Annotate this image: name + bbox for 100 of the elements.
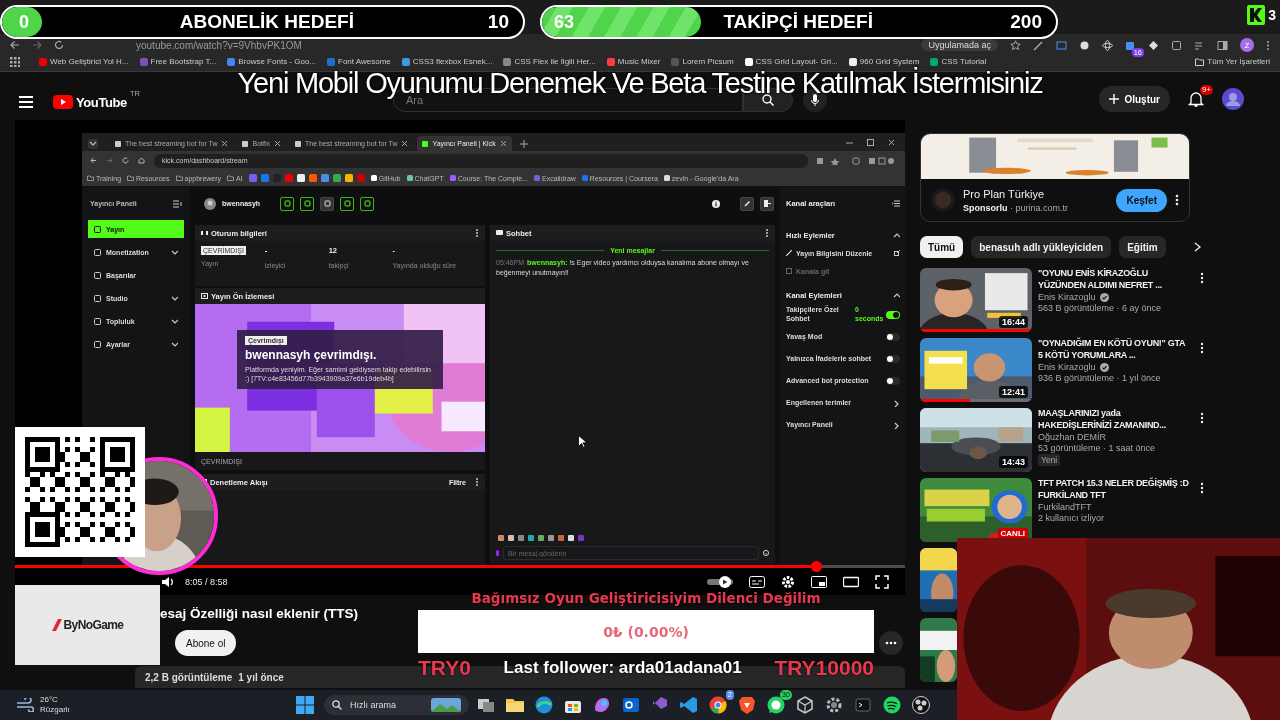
filter-chip[interactable]: Tümü [920,236,964,258]
menu-dots-icon[interactable] [1266,39,1270,51]
bookmark-link[interactable]: CSS Grid Layout- Gri... [744,57,838,66]
more-icon[interactable] [1175,194,1179,206]
reload-icon[interactable] [122,157,129,164]
create-button[interactable]: Oluştur [1099,86,1170,112]
goal-current: 0 [18,11,30,33]
more-icon[interactable] [765,228,769,238]
extensions-icon[interactable] [1171,39,1182,51]
chevron-up-icon[interactable] [892,291,900,299]
back-icon[interactable] [10,40,20,50]
toolbar-button[interactable] [280,196,295,211]
bookmark-link[interactable]: Font Awesome [327,57,391,66]
bookmark-link[interactable]: CSS Tutorial [930,57,987,66]
avatar-icon[interactable] [1222,88,1244,110]
more-icon[interactable] [1200,342,1204,354]
autoplay-toggle-icon[interactable] [707,575,733,588]
pen-icon[interactable] [1033,39,1044,51]
mail-icon[interactable] [621,695,641,715]
video-title[interactable]: MAAŞLARINIZI yada HAKEDİŞLERİNİZİ ZAMANIND... [1038,408,1190,431]
more-icon[interactable] [1200,272,1204,284]
bookmark-link[interactable]: 960 Grid System [848,57,920,66]
volume-icon[interactable] [161,575,175,588]
puzzle-icon[interactable] [1125,39,1136,51]
toggle-switch[interactable] [886,311,900,319]
emoji-icon[interactable] [763,550,769,556]
more-icon[interactable] [1200,412,1204,424]
subscribe-button[interactable]: Abone ol [175,630,237,656]
video-title[interactable]: "OYUNU ENİS KİRAZOĞLU YÜZÜNDEN ALDIMI NEFRET ... [1038,268,1190,291]
video-title[interactable]: TFT PATCH 15.3 NELER DEĞİŞMİŞ :D FURKİLAND TFT [1038,478,1190,501]
fullscreen-icon[interactable] [875,574,889,589]
bookmark-link[interactable]: CSS3 flexbox Esnek... [401,57,493,66]
media-icon[interactable] [1194,39,1205,51]
code-editor-icon[interactable] [679,695,699,715]
explore-button[interactable]: Keşfet [1116,188,1167,212]
bookmark-link[interactable]: Music Mixer [606,57,661,66]
bookmark-link[interactable]: Web Geliştirici Yol H... [39,57,129,66]
new-tab-icon[interactable] [519,140,528,148]
video-duration: 16:44 [998,316,1028,328]
search-icon [762,94,774,106]
miniplayer-icon[interactable] [811,575,827,588]
reload-icon[interactable] [54,40,64,50]
bell-icon[interactable] [1188,91,1204,107]
terminal-icon[interactable] [853,695,873,715]
chevron-up-icon[interactable] [892,231,900,239]
more-icon[interactable] [475,477,479,487]
edit-button[interactable] [740,196,754,211]
restore-icon[interactable] [867,138,874,146]
bookmark-folder[interactable]: Tüm Yer İşaretleri [1195,57,1270,66]
swirl-icon[interactable] [592,695,612,715]
globe-icon[interactable] [534,695,554,715]
more-icon[interactable] [475,228,479,238]
cube-icon[interactable] [795,695,815,715]
settings-icon[interactable] [781,574,795,589]
star-icon[interactable] [1010,39,1021,51]
logo-icon [1247,5,1266,25]
open-in-app-button[interactable]: Uygulamada aç [921,39,998,51]
close-icon[interactable] [888,138,895,146]
toggle-switch[interactable] [886,355,900,363]
toolbar-button[interactable] [360,196,375,211]
bookmark-link[interactable]: Browse Fonts - Goo... [227,57,317,66]
circle-icon[interactable] [1079,39,1090,51]
exit-button[interactable] [760,196,774,211]
video-title[interactable]: "OYNADIĞIM EN KÖTÜ OYUN!" GTA 5 KÖTÜ YORUMLARA ... [1038,338,1190,361]
filter-chip[interactable]: Eğitim [1119,236,1166,258]
forward-icon[interactable] [32,40,42,50]
tab-list-icon[interactable] [88,139,98,149]
toolbar-button[interactable] [320,196,335,211]
bookmark-link[interactable]: CSS Flex ile İlgili Her... [503,57,596,66]
search-field[interactable]: Hızlı arama [324,695,469,715]
toolbar-button[interactable] [300,196,315,211]
toggle-switch[interactable] [886,377,900,385]
apps-grid-icon[interactable] [10,57,20,67]
wind-icon [16,698,34,712]
split-view-icon[interactable] [1217,39,1228,51]
collapse-icon[interactable] [892,200,900,207]
toolbar-button[interactable] [340,196,355,211]
more-button[interactable] [879,631,903,655]
more-icon[interactable] [1200,482,1204,494]
back-icon[interactable] [90,157,97,164]
theater-mode-icon[interactable] [843,575,859,588]
sound-waves-icon[interactable] [882,695,902,715]
window-icon[interactable] [1056,39,1067,51]
atom-icon[interactable] [1102,39,1113,51]
toggle-switch[interactable] [886,333,900,341]
info-icon[interactable] [712,199,720,208]
subtitles-icon[interactable] [749,575,765,588]
bookmark-link[interactable]: Free Bootstrap T... [139,57,217,66]
browser-icon[interactable] [708,695,728,715]
chat-bubble-icon[interactable] [766,695,786,715]
windows-logo-icon[interactable] [296,696,314,714]
bookmark-link[interactable]: Lorem Picsum [671,57,734,66]
gear-icon[interactable] [824,695,844,715]
record-icon[interactable] [911,695,931,715]
progress-handle[interactable] [811,561,822,572]
new-badge: Yeni [1038,454,1061,466]
filter-chip[interactable]: benasuh adlı yükleyiciden [971,236,1112,258]
home-icon[interactable] [138,157,145,164]
diamond-icon[interactable] [1148,39,1159,51]
address-bar[interactable]: youtube.com/watch?v=9VhbvPK1OM [136,39,302,51]
